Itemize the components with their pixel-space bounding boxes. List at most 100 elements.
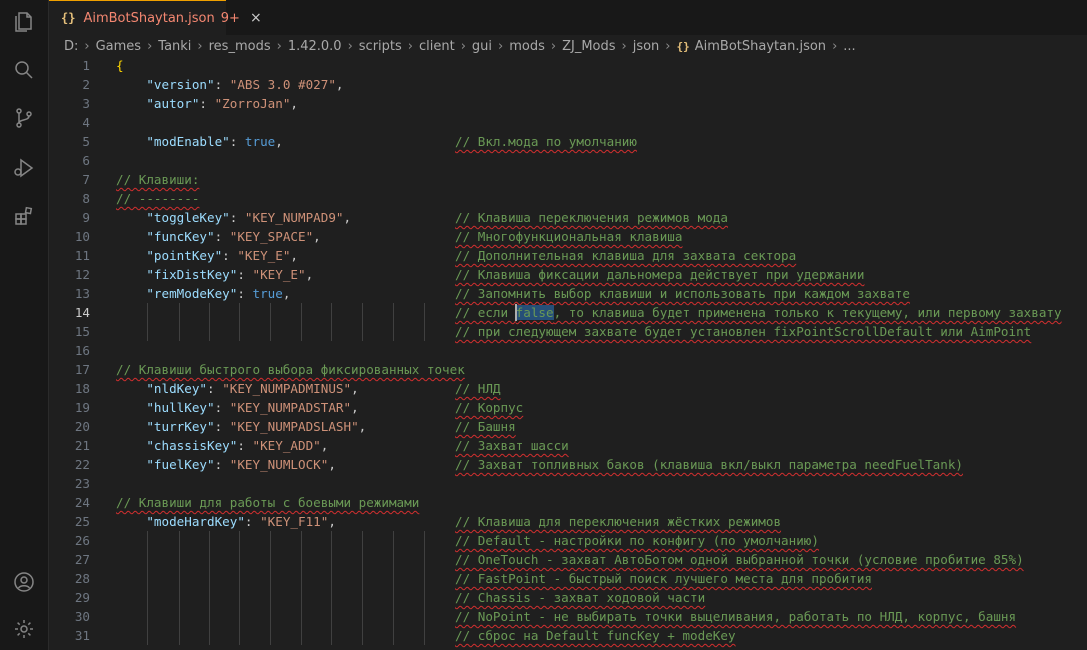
code-line[interactable]: 11 "pointKey": "KEY_E", // Дополнительная… — [49, 246, 1087, 265]
comment-token: // Клавиша фиксации дальномера действует… — [455, 267, 865, 282]
code-text: "version": "ABS 3.0 #027", — [146, 77, 344, 92]
code-line[interactable]: 17 // Клавиши быстрого выбора фиксированн… — [49, 360, 1087, 379]
json-key: "hullKey" — [146, 400, 215, 415]
comment-token: // -------- — [116, 191, 200, 206]
settings-gear-icon[interactable] — [12, 617, 36, 641]
code-line[interactable]: 19 "hullKey": "KEY_NUMPADSTAR", // Корпус — [49, 398, 1087, 417]
tab-aimbotshaytan-json[interactable]: {} AimBotShaytan.json 9+ × — [49, 0, 262, 35]
code-line[interactable]: 30 // NoPoint - не выбирать точки выцелив… — [49, 607, 1087, 626]
code-text: "remModeKey": true, — [146, 286, 291, 301]
tab-label: AimBotShaytan.json — [83, 10, 215, 26]
breadcrumb-segment[interactable]: D: — [64, 39, 78, 54]
editor-tab-bar: {} AimBotShaytan.json 9+ × — [49, 0, 1087, 35]
code-line[interactable]: 4 — [49, 113, 1087, 132]
code-line[interactable]: 26 // Default - настройки по конфигу (по … — [49, 531, 1087, 550]
code-line[interactable]: 8 // -------- — [49, 189, 1087, 208]
problems-badge: 9+ — [220, 10, 240, 26]
code-line[interactable]: 29 // Chassis - захват ходовой части — [49, 588, 1087, 607]
extensions-icon[interactable] — [12, 204, 36, 228]
code-line[interactable]: 5 "modEnable": true, // Вкл.мода по умолч… — [49, 132, 1087, 151]
code-line[interactable]: 3 "autor": "ZorroJan", — [49, 94, 1087, 113]
explorer-icon[interactable] — [12, 10, 36, 34]
comment-token: // Клавиши: — [116, 172, 200, 187]
code-line[interactable]: 14 // если false, то клавиша будет примен… — [49, 303, 1087, 322]
text-cursor — [515, 304, 517, 321]
code-editor[interactable]: 1{2 "version": "ABS 3.0 #027", 3 "autor":… — [49, 56, 1087, 650]
chevron-right-icon: › — [197, 38, 203, 54]
comment-token: // Дополнительная клавиша для захвата се… — [455, 248, 797, 263]
breadcrumb-segment[interactable]: client — [419, 39, 455, 54]
json-file-icon: {} — [676, 39, 690, 53]
comment-token: // если false, то клавиша будет применен… — [455, 305, 1062, 320]
line-number: 29 — [74, 590, 90, 605]
indent-guide — [393, 303, 394, 341]
code-text: "autor": "ZorroJan", — [146, 96, 299, 111]
breadcrumb-segment[interactable]: res_mods — [209, 39, 271, 54]
code-text: // Клавиши быстрого выбора фиксированных… — [116, 360, 465, 379]
code-line[interactable]: 25 "modeHardKey": "KEY_F11", // Клавиша д… — [49, 512, 1087, 531]
code-line[interactable]: 10 "funcKey": "KEY_SPACE", // Многофункци… — [49, 227, 1087, 246]
comment-token: // Клавиши для работы с боевыми режимами — [116, 495, 420, 510]
indent-guide — [270, 303, 271, 341]
json-key: "modEnable" — [146, 134, 230, 149]
code-line[interactable]: 20 "turrKey": "KEY_NUMPADSLASH", // Башня — [49, 417, 1087, 436]
json-value: "KEY_F11" — [260, 514, 329, 529]
breadcrumb-symbol[interactable]: ... — [843, 39, 855, 54]
code-line[interactable]: 7 // Клавиши: — [49, 170, 1087, 189]
line-number: 8 — [82, 191, 90, 206]
run-debug-icon[interactable] — [12, 156, 36, 180]
code-line[interactable]: 16 — [49, 341, 1087, 360]
source-control-icon[interactable] — [12, 106, 36, 130]
chevron-right-icon: › — [550, 38, 557, 54]
breadcrumb-segment[interactable]: mods — [509, 39, 545, 54]
code-line[interactable]: 23 — [49, 474, 1087, 493]
breadcrumb-segment[interactable]: Tanki — [158, 39, 191, 54]
json-key: "pointKey" — [146, 248, 223, 263]
code-line[interactable]: 31 // сброс на Default funcKey + modeKey — [49, 626, 1087, 645]
line-number: 27 — [74, 552, 90, 567]
breadcrumb-segment[interactable]: scripts — [359, 39, 402, 54]
code-line[interactable]: 24 // Клавиши для работы с боевыми режима… — [49, 493, 1087, 512]
json-value: "KEY_E" — [252, 267, 306, 282]
breadcrumb-segment[interactable]: 1.42.0.0 — [288, 39, 342, 54]
comment-token: // Многофункциональная клавиша — [455, 229, 683, 244]
code-line[interactable]: 13 "remModeKey": true, // Запомнить выбор… — [49, 284, 1087, 303]
json-value: true — [244, 134, 276, 149]
code-line[interactable]: 27 // OneTouch - захват АвтоБотом одной в… — [49, 550, 1087, 569]
comment-token: // FastPoint - быстрый поиск лучшего мес… — [455, 571, 873, 586]
breadcrumb-file[interactable]: AimBotShaytan.json — [695, 39, 826, 54]
punctuation: , — [313, 229, 321, 244]
chevron-right-icon: › — [276, 38, 282, 54]
code-line[interactable]: 28 // FastPoint - быстрый поиск лучшего м… — [49, 569, 1087, 588]
close-icon[interactable]: × — [250, 10, 262, 26]
code-line[interactable]: 6 — [49, 151, 1087, 170]
json-value: "ZorroJan" — [214, 96, 291, 111]
code-line[interactable]: 18 "nldKey": "KEY_NUMPADMINUS", // НЛД — [49, 379, 1087, 398]
comment-token: // сброс на Default funcKey + modeKey — [455, 628, 736, 643]
code-line[interactable]: 2 "version": "ABS 3.0 #027", — [49, 75, 1087, 94]
punctuation: , — [275, 134, 283, 149]
comment-token: // OneTouch - захват АвтоБотом одной выб… — [455, 552, 1024, 567]
code-text: // Клавиши для работы с боевыми режимами — [116, 493, 419, 512]
code-line[interactable]: 12 "fixDistKey": "KEY_E", // Клавиша фикс… — [49, 265, 1087, 284]
chevron-right-icon: › — [832, 38, 838, 54]
code-line[interactable]: 22 "fuelKey": "KEY_NUMLOCK", // Захват то… — [49, 455, 1087, 474]
code-line[interactable]: 21 "chassisKey": "KEY_ADD", // Захват шас… — [49, 436, 1087, 455]
indent-guide — [209, 531, 210, 645]
code-line[interactable]: 1{ — [49, 56, 1087, 75]
json-key: "modeHardKey" — [146, 514, 245, 529]
chevron-right-icon: › — [460, 38, 466, 54]
json-key: "funcKey" — [146, 229, 215, 244]
breadcrumb-segment[interactable]: Games — [96, 39, 141, 54]
code-text: "modEnable": true, — [146, 134, 283, 149]
json-key: "fixDistKey" — [146, 267, 238, 282]
breadcrumb-segment[interactable]: json — [633, 39, 660, 54]
code-line[interactable]: 9 "toggleKey": "KEY_NUMPAD9", // Клавиша … — [49, 208, 1087, 227]
breadcrumb-segment[interactable]: ZJ_Mods — [562, 39, 615, 54]
code-line[interactable]: 15 // при следующем захвате будет установ… — [49, 322, 1087, 341]
breadcrumb-segment[interactable]: gui — [472, 39, 492, 54]
search-icon[interactable] — [12, 58, 36, 82]
line-number: 20 — [74, 419, 90, 434]
account-icon[interactable] — [12, 570, 36, 594]
brace-token: { — [116, 58, 124, 73]
